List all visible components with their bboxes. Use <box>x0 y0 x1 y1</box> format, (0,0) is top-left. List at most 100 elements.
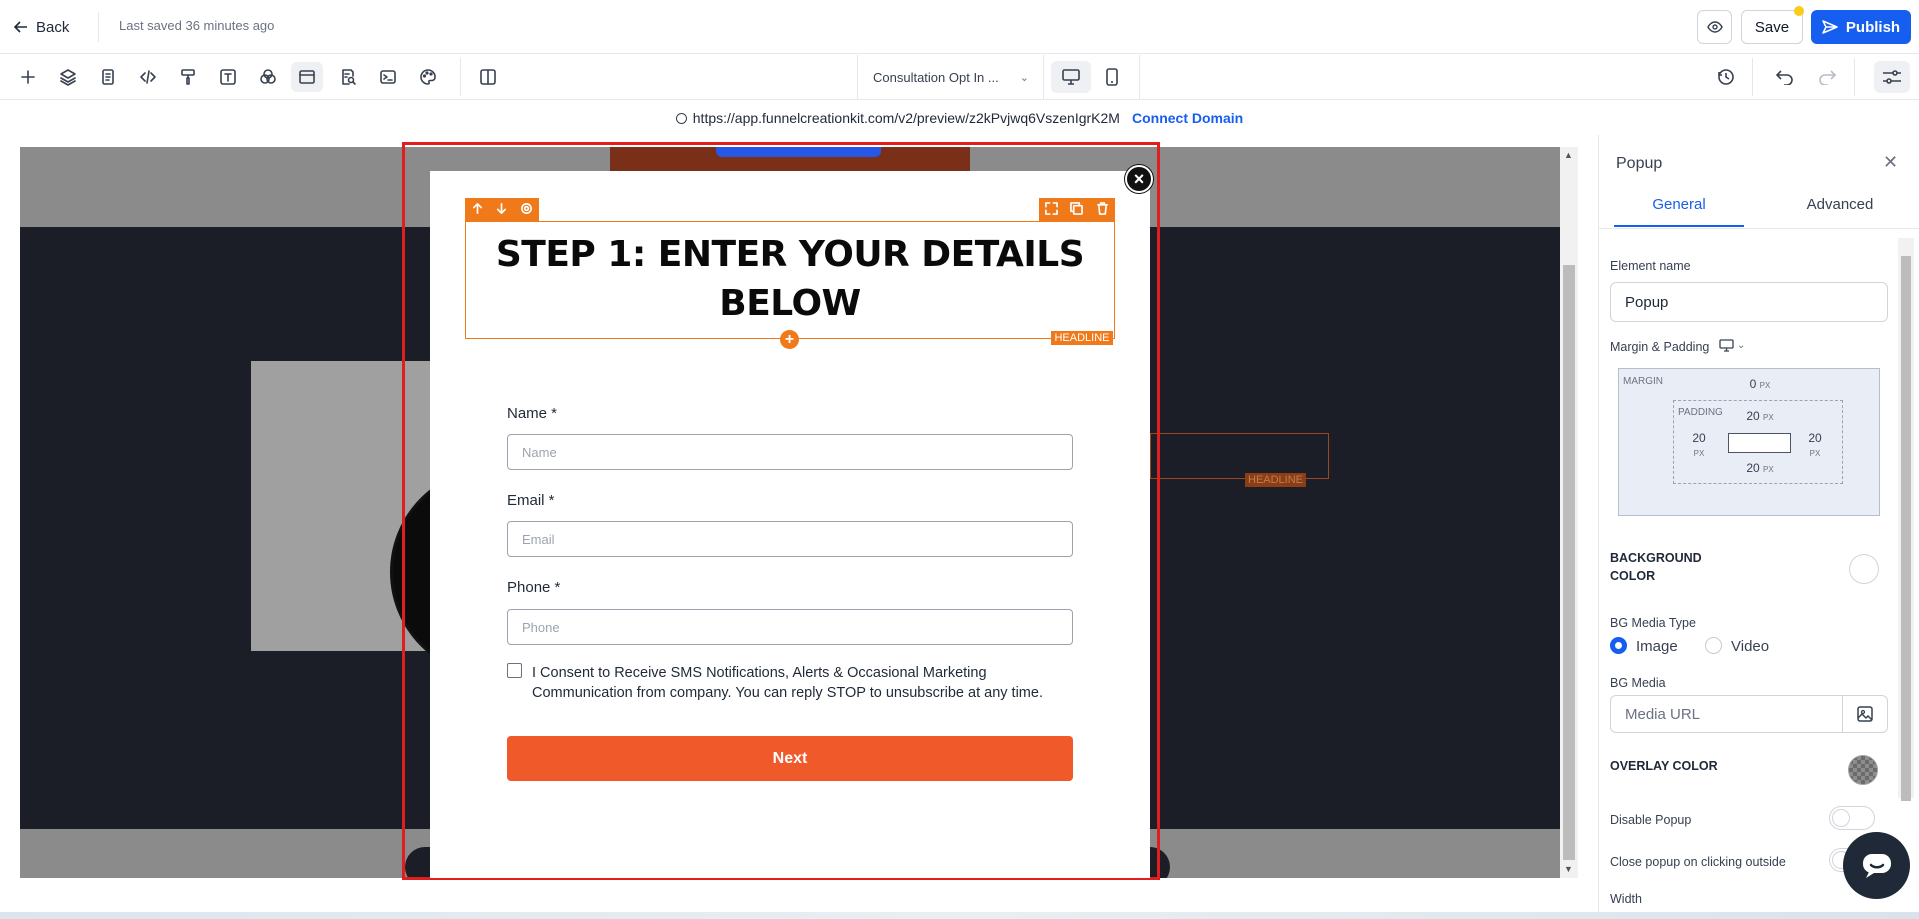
preview-url[interactable]: https://app.funnelcreationkit.com/v2/pre… <box>693 110 1120 126</box>
circles-icon <box>260 69 276 84</box>
palette-icon <box>420 69 436 85</box>
settings-panel-toggle[interactable] <box>1874 61 1910 93</box>
seo-button[interactable] <box>332 62 364 92</box>
headline-element-tag: HEADLINE <box>1051 331 1113 345</box>
popup-close-button[interactable]: × <box>1125 165 1153 193</box>
media-url-input[interactable] <box>1611 696 1841 732</box>
background-color-label: BACKGROUND COLOR <box>1610 551 1702 583</box>
next-button[interactable]: Next <box>507 736 1073 781</box>
tab-general[interactable]: General <box>1614 196 1744 227</box>
typography-button[interactable] <box>212 62 244 92</box>
chat-icon <box>1862 853 1891 878</box>
publish-button[interactable]: Publish <box>1811 10 1911 44</box>
close-icon[interactable]: ✕ <box>1883 152 1898 173</box>
disable-popup-toggle[interactable] <box>1829 806 1875 830</box>
overlay-color-label: OVERLAY COLOR <box>1610 759 1718 773</box>
page-select[interactable]: Consultation Opt In ... ⌄ <box>857 55 1044 100</box>
content-box <box>1728 433 1791 453</box>
scroll-down-icon[interactable]: ▼ <box>1564 864 1573 874</box>
redo-icon <box>1819 70 1836 85</box>
padding-right-value[interactable]: 20 PX <box>1800 431 1830 459</box>
phone-icon <box>1106 68 1118 86</box>
preview-button[interactable] <box>1697 10 1732 44</box>
search-doc-icon <box>342 69 356 85</box>
element-name-input[interactable] <box>1610 282 1888 322</box>
image-icon <box>1857 706 1873 722</box>
divider <box>1854 58 1855 96</box>
monitor-icon <box>1062 69 1080 85</box>
arrow-up-icon[interactable] <box>471 202 484 218</box>
toggle-knob <box>1832 809 1850 827</box>
connect-domain-link[interactable]: Connect Domain <box>1132 110 1243 126</box>
panel-scrollbar-thumb[interactable] <box>1901 256 1911 801</box>
margin-padding-label: Margin & Padding <box>1610 340 1710 354</box>
consent-checkbox[interactable] <box>507 663 522 678</box>
layers-button[interactable] <box>52 62 84 92</box>
popup-button[interactable] <box>291 62 323 92</box>
bg-media-type-label: BG Media Type <box>1610 616 1696 630</box>
tab-advanced[interactable]: Advanced <box>1775 196 1905 227</box>
overlay-color-swatch[interactable] <box>1848 755 1878 785</box>
margin-label: MARGIN <box>1623 376 1663 387</box>
trash-icon[interactable] <box>1096 201 1109 218</box>
globe-icon <box>675 112 687 124</box>
media-picker-button[interactable] <box>1842 696 1887 732</box>
padding-top-value[interactable]: 20 PX <box>1730 409 1790 423</box>
media-type-video-radio[interactable] <box>1705 637 1722 654</box>
element-name-label: Element name <box>1610 259 1691 273</box>
divider <box>460 58 461 96</box>
version-history-button[interactable] <box>1710 62 1742 92</box>
top-bar <box>0 0 1919 54</box>
close-icon: × <box>1133 168 1145 189</box>
paint-roller-icon <box>181 69 195 85</box>
media-type-image-radio[interactable] <box>1610 637 1627 654</box>
chat-widget-button[interactable] <box>1843 832 1910 899</box>
taskbar-strip <box>0 912 1919 919</box>
phone-input[interactable] <box>507 609 1073 645</box>
name-input[interactable] <box>507 434 1073 470</box>
gear-icon[interactable] <box>520 202 533 218</box>
pages-button[interactable] <box>92 62 124 92</box>
device-select[interactable]: ⌄ <box>1719 339 1745 352</box>
add-element-button[interactable] <box>12 62 44 92</box>
undo-icon <box>1776 70 1793 85</box>
email-input[interactable] <box>507 521 1073 557</box>
publish-label: Publish <box>1845 18 1901 36</box>
custom-code-button[interactable] <box>132 62 164 92</box>
arrow-down-icon[interactable] <box>495 202 508 218</box>
padding-left-value[interactable]: 20 PX <box>1684 431 1714 459</box>
back-button[interactable]: Back <box>14 14 69 40</box>
redo-button[interactable] <box>1811 62 1843 92</box>
undo-button[interactable] <box>1769 62 1801 92</box>
divider <box>1752 58 1753 96</box>
margin-top-value[interactable]: 0 PX <box>1730 377 1790 391</box>
properties-panel <box>1598 135 1919 919</box>
background-color-swatch[interactable] <box>1849 554 1879 584</box>
tracking-code-button[interactable] <box>372 62 404 92</box>
canvas-scrollbar-thumb[interactable] <box>1563 265 1575 860</box>
popup-icon <box>299 70 315 84</box>
mobile-view-button[interactable] <box>1095 61 1129 93</box>
styles-button[interactable] <box>172 62 204 92</box>
scroll-up-icon[interactable]: ▲ <box>1564 150 1573 160</box>
colors-button[interactable] <box>252 62 284 92</box>
media-type-image-label: Image <box>1636 638 1678 655</box>
headline-action-controls <box>1039 198 1115 221</box>
save-button[interactable]: Save <box>1741 10 1803 44</box>
add-element-plus-icon[interactable]: + <box>780 330 799 349</box>
duplicate-icon[interactable] <box>1070 201 1084 218</box>
disable-popup-label: Disable Popup <box>1610 813 1692 827</box>
eye-icon <box>1706 21 1723 33</box>
padding-bottom-value[interactable]: 20 PX <box>1730 461 1790 475</box>
expand-icon[interactable] <box>1045 201 1059 218</box>
chevron-down-icon: ⌄ <box>1019 72 1029 84</box>
sliders-icon <box>1883 70 1901 84</box>
page-headline-tag: HEADLINE <box>1245 473 1307 487</box>
split-view-button[interactable] <box>472 62 504 92</box>
back-label: Back <box>36 18 70 36</box>
theme-button[interactable] <box>412 62 444 92</box>
email-label: Email * <box>507 492 555 509</box>
headline-move-controls <box>465 198 539 221</box>
popup-headline[interactable]: STEP 1: ENTER YOUR DETAILS BELOW <box>480 230 1100 328</box>
desktop-view-button[interactable] <box>1051 61 1091 93</box>
